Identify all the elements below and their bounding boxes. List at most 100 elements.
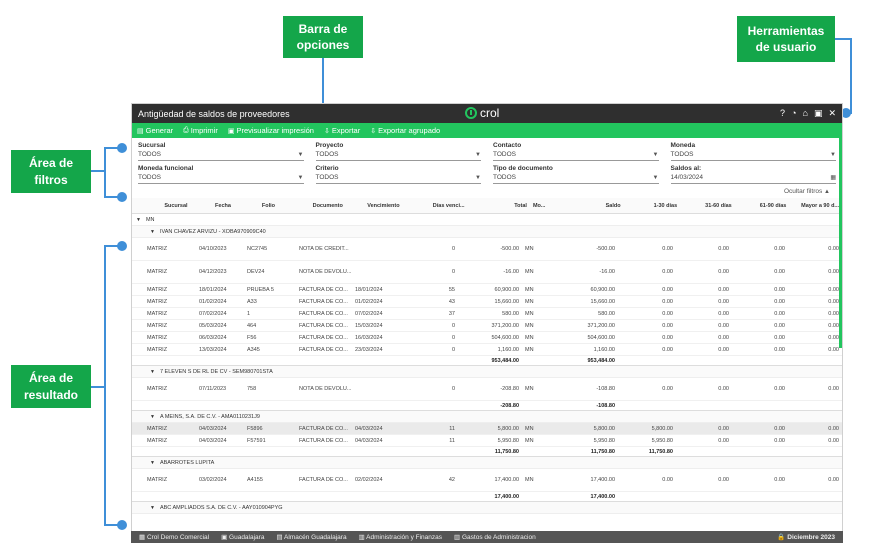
filter-row-2: Moneda funcional TODOS ▼ Criterio TODOS ▼ Tipo…: [138, 165, 836, 184]
column-header[interactable]: 61-90 días: [735, 203, 790, 209]
window-icon[interactable]: ▣: [814, 108, 823, 119]
expand-triangle-icon[interactable]: ▼: [150, 460, 155, 466]
filter-select[interactable]: TODOS ▼: [138, 172, 304, 184]
supplier-group-row[interactable]: ▼ IVAN CHAVEZ ARVIZU - XOBA970909C40: [132, 226, 842, 238]
status-item[interactable]: ▥ Administración y Finanzas: [359, 533, 442, 541]
export-grouped-button[interactable]: ⇩ Exportar agrupado: [370, 126, 440, 135]
status-period[interactable]: 🔒 Diciembre 2023: [777, 533, 835, 541]
options-toolbar: ▤ Generar ⎙ Imprimir ▣ Previsualizar impres…: [132, 123, 842, 138]
filter-select[interactable]: TODOS ▼: [138, 149, 304, 161]
filter-field[interactable]: Saldos al: 14/03/2024 ▦: [670, 165, 836, 184]
filter-area: Sucursal TODOS ▼ Proyecto TODOS ▼ Contacto TODO…: [132, 138, 842, 198]
status-item[interactable]: ▥ Gastos de Administracion: [454, 533, 536, 541]
close-icon[interactable]: ✕: [828, 108, 836, 119]
total-cell: 953,484.00: [587, 357, 615, 364]
expand-triangle-icon[interactable]: ▼: [150, 369, 155, 375]
preview-icon: ▣: [227, 127, 235, 135]
table-cell: 04/12/2023: [199, 269, 227, 275]
column-header[interactable]: Días venci...: [423, 203, 468, 209]
column-header[interactable]: 31-60 días: [680, 203, 735, 209]
filter-select[interactable]: TODOS ▼: [670, 149, 836, 161]
table-row[interactable]: MATRIZ 03/02/2024 A4155 FACTURA DE CO... 02/…: [132, 469, 842, 492]
help-icon[interactable]: ?: [780, 108, 785, 119]
table-row[interactable]: MATRIZ 13/03/2024 A345 FACTURA DE CO... 23/0…: [132, 344, 842, 356]
filter-field[interactable]: Contacto TODOS ▼: [493, 142, 659, 161]
chevron-down-icon[interactable]: ▼: [298, 152, 304, 158]
filter-field[interactable]: Criterio TODOS ▼: [315, 165, 481, 184]
scrollbar[interactable]: [839, 138, 842, 348]
table-row[interactable]: MATRIZ 04/03/2024 F57591 FACTURA DE CO... 04…: [132, 435, 842, 447]
column-header[interactable]: Total: [468, 203, 530, 209]
preview-button[interactable]: ▣ Previsualizar impresión: [228, 126, 314, 135]
column-header[interactable]: Fecha: [212, 203, 259, 209]
filter-field[interactable]: Tipo de documento TODOS ▼: [493, 165, 659, 184]
table-cell: 60,900.00: [494, 286, 519, 293]
supplier-group-label: ABC AMPLIADOS S.A. DE C.V. - AAY010904PY…: [159, 504, 283, 511]
filter-select[interactable]: 14/03/2024 ▦: [670, 172, 836, 184]
table-cell: MATRIZ: [147, 437, 168, 444]
column-header[interactable]: Documento: [310, 203, 365, 209]
expand-triangle-icon[interactable]: ▼: [136, 217, 141, 223]
table-row[interactable]: MATRIZ 05/03/2024 464 FACTURA DE CO... 15/03…: [132, 320, 842, 332]
supplier-group-row[interactable]: ▼ ABC AMPLIADOS S.A. DE C.V. - AAY010904P…: [132, 502, 842, 514]
column-header[interactable]: Folio: [259, 203, 310, 209]
theme-icon[interactable]: ◔: [791, 108, 796, 119]
table-row[interactable]: MATRIZ 04/10/2023 NC2745 NOTA DE CRÉDIT... 0…: [132, 238, 842, 261]
filter-select[interactable]: TODOS ▼: [315, 172, 481, 184]
print-button[interactable]: ⎙ Imprimir: [183, 126, 218, 135]
table-row[interactable]: MATRIZ 01/02/2024 A33 FACTURA DE CO... 01/02…: [132, 296, 842, 308]
chevron-down-icon[interactable]: ▼: [653, 175, 659, 181]
generate-button[interactable]: ▤ Generar: [137, 126, 173, 135]
column-header[interactable]: Vencimiento: [364, 203, 422, 209]
column-header[interactable]: Mo...: [530, 203, 557, 209]
status-item[interactable]: ▣ Guadalajara: [221, 533, 264, 541]
chevron-down-icon[interactable]: ▼: [475, 175, 481, 181]
export-button[interactable]: ⇩ Exportar: [324, 126, 360, 135]
filter-select[interactable]: TODOS ▼: [315, 149, 481, 161]
supplier-group-row[interactable]: ▼ 7 ELEVEN S DE RL DE CV - SEM980701STA: [132, 366, 842, 378]
table-cell: FACTURA DE CO...: [299, 310, 348, 317]
expand-triangle-icon[interactable]: ▼: [150, 229, 155, 235]
total-cell: 11,750.80: [648, 448, 673, 455]
table-cell: MATRIZ: [147, 322, 168, 329]
filter-value: TODOS: [315, 151, 339, 158]
column-header[interactable]: Sucursal: [161, 203, 212, 209]
chevron-down-icon[interactable]: ▼: [653, 152, 659, 158]
home-icon[interactable]: ⌂: [803, 108, 808, 119]
supplier-group-row[interactable]: ▼ ABARROTES LUPITA: [132, 457, 842, 469]
table-row[interactable]: MATRIZ 07/11/2023 758 NOTA DE DEVOLU... 0 -20…: [132, 378, 842, 401]
crol-logo: crol: [465, 106, 499, 120]
chevron-down-icon[interactable]: ▼: [830, 152, 836, 158]
column-header[interactable]: Saldo: [557, 203, 623, 209]
supplier-group-row[interactable]: ▼ A MEINS, S.A. DE C.V. - AMA0110231J9: [132, 411, 842, 423]
filter-field[interactable]: Moneda funcional TODOS ▼: [138, 165, 304, 184]
expand-triangle-icon[interactable]: ▼: [150, 414, 155, 420]
currency-group-row[interactable]: ▼ MN: [132, 214, 842, 226]
status-item[interactable]: ▤ Almacén Guadalajara: [276, 533, 346, 541]
hide-filters-toggle[interactable]: Ocultar filtros ▲: [138, 188, 836, 198]
total-cell: 953,484.00: [491, 357, 519, 364]
filter-label: Criterio: [315, 165, 339, 172]
status-item[interactable]: ▦ Crol Demo Comercial: [139, 533, 209, 541]
table-row[interactable]: MATRIZ 07/02/2024 1 FACTURA DE CO... 07/02/2…: [132, 308, 842, 320]
column-header[interactable]: 1-30 días: [624, 203, 681, 209]
table-cell: MN: [525, 386, 534, 392]
filter-select[interactable]: TODOS ▼: [493, 172, 659, 184]
chevron-down-icon[interactable]: ▼: [475, 152, 481, 158]
expand-triangle-icon[interactable]: ▼: [150, 505, 155, 511]
table-row[interactable]: MATRIZ 04/12/2023 DEV24 NOTA DE DEVOLU... 0 -…: [132, 261, 842, 284]
filter-field[interactable]: Proyecto TODOS ▼: [315, 142, 481, 161]
table-row[interactable]: MATRIZ 18/01/2024 PRUEBA 5 FACTURA DE CO...…: [132, 284, 842, 296]
table-cell: 0.00: [828, 286, 839, 293]
table-row[interactable]: MATRIZ 04/03/2024 F5896 FACTURA DE CO... 04/…: [132, 423, 842, 435]
calendar-icon[interactable]: ▦: [830, 174, 836, 181]
chevron-down-icon[interactable]: ▼: [298, 175, 304, 181]
callout-line-filtros-v: [104, 147, 106, 197]
filter-field[interactable]: Sucursal TODOS ▼: [138, 142, 304, 161]
table-row[interactable]: MATRIZ 06/03/2024 F56 FACTURA DE CO... 16/03…: [132, 332, 842, 344]
filter-select[interactable]: TODOS ▼: [493, 149, 659, 161]
table-cell: 0.00: [718, 286, 729, 293]
filter-field[interactable]: Moneda TODOS ▼: [670, 142, 836, 161]
table-cell: 04/10/2023: [199, 246, 227, 252]
column-header[interactable]: Mayor a 90 d...: [789, 203, 842, 209]
